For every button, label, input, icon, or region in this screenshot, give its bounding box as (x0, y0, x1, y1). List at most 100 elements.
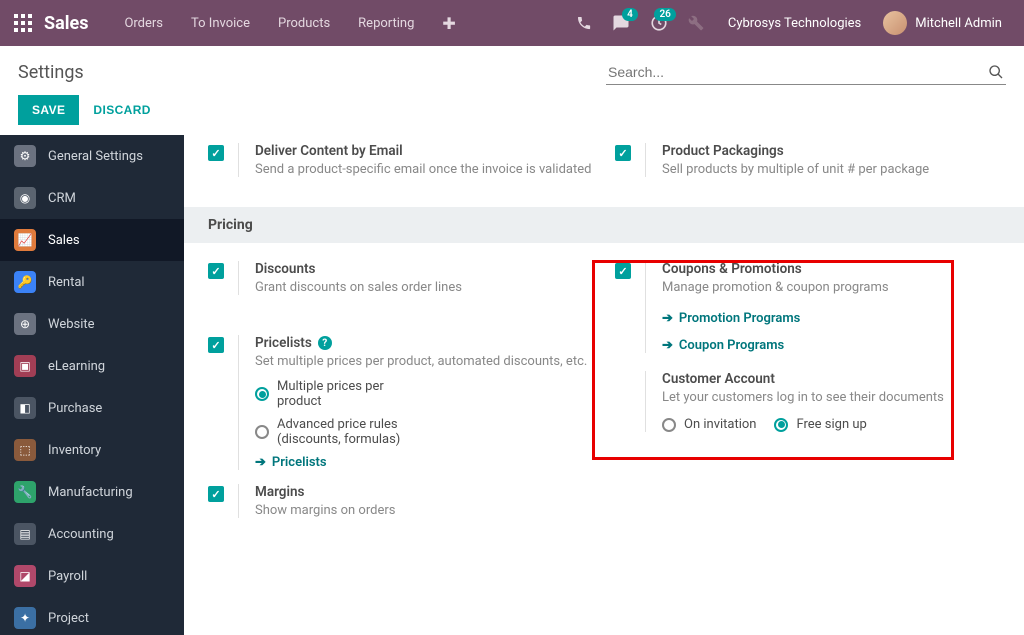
setting-desc: Set multiple prices per product, automat… (255, 354, 593, 369)
search-box[interactable] (606, 60, 1006, 85)
ledger-icon: ▤ (14, 523, 36, 545)
radio-free-signup[interactable]: Free sign up (774, 417, 866, 432)
setting-discounts: Discounts Grant discounts on sales order… (208, 261, 593, 295)
sidebar-item-label: General Settings (48, 149, 143, 164)
body: ⚙ General Settings ◉ CRM 📈 Sales 🔑Rental ⊕ W… (0, 135, 1024, 635)
nav-reporting[interactable]: Reporting (344, 16, 428, 31)
sidebar-item-manufacturing[interactable]: 🔧 Manufacturing (0, 471, 184, 513)
checkbox-discounts[interactable] (208, 263, 224, 279)
box-icon: ⬚ (14, 439, 36, 461)
setting-title: Customer Account (662, 371, 1000, 387)
discard-button[interactable]: DISCARD (93, 103, 150, 117)
sidebar-item-accounting[interactable]: ▤ Accounting (0, 513, 184, 555)
checkbox-packagings[interactable] (615, 145, 631, 161)
setting-title: Pricelists ? (255, 335, 593, 351)
setting-desc: Show margins on orders (255, 503, 593, 518)
link-pricelists[interactable]: ➔Pricelists (255, 455, 593, 470)
nav-orders[interactable]: Orders (110, 16, 177, 31)
checkbox-deliver-email[interactable] (208, 145, 224, 161)
chart-icon: 📈 (14, 229, 36, 251)
setting-title: Coupons & Promotions (662, 261, 1000, 277)
setting-customer-account: Customer Account Let your customers log … (615, 371, 1000, 432)
search-icon[interactable] (988, 64, 1004, 80)
arrow-right-icon: ➔ (662, 311, 673, 326)
radio-multiple-prices[interactable]: Multiple prices per product (255, 379, 593, 409)
sidebar-item-inventory[interactable]: ⬚ Inventory (0, 429, 184, 471)
messages-badge: 4 (622, 8, 638, 21)
arrow-right-icon: ➔ (662, 338, 673, 353)
messages-icon[interactable]: 4 (602, 14, 640, 32)
setting-title: Discounts (255, 261, 593, 277)
settings-sidebar: ⚙ General Settings ◉ CRM 📈 Sales 🔑Rental ⊕ W… (0, 135, 184, 635)
sidebar-item-elearning[interactable]: ▣ eLearning (0, 345, 184, 387)
radio-advanced-rules[interactable]: Advanced price rules (discounts, formula… (255, 417, 593, 447)
key-icon: 🔑 (14, 271, 36, 293)
sidebar-item-label: Project (48, 611, 89, 626)
radio-icon (774, 418, 788, 432)
avatar (883, 11, 907, 35)
sidebar-item-label: Website (48, 317, 95, 332)
sidebar-item-sales[interactable]: 📈 Sales (0, 219, 184, 261)
sidebar-item-purchase[interactable]: ◧Purchase (0, 387, 184, 429)
sidebar-item-label: Accounting (48, 527, 114, 542)
debug-icon[interactable] (678, 15, 714, 31)
radio-icon (255, 387, 269, 401)
user-name: Mitchell Admin (915, 16, 1002, 31)
phone-icon[interactable] (566, 15, 602, 31)
action-bar: SAVE DISCARD (0, 95, 1024, 135)
sidebar-item-payroll[interactable]: ◪ Payroll (0, 555, 184, 597)
sidebar-item-label: Sales (48, 233, 80, 248)
handshake-icon: ◉ (14, 187, 36, 209)
sidebar-item-crm[interactable]: ◉ CRM (0, 177, 184, 219)
sidebar-item-label: Purchase (48, 401, 102, 416)
setting-title: Product Packagings (662, 143, 1000, 159)
nav-products[interactable]: Products (264, 16, 344, 31)
setting-desc: Sell products by multiple of unit # per … (662, 162, 1000, 177)
save-button[interactable]: SAVE (18, 95, 79, 125)
setting-desc: Let your customers log in to see their d… (662, 390, 1000, 405)
sidebar-item-project[interactable]: ✦ Project (0, 597, 184, 635)
setting-packagings: Product Packagings Sell products by mult… (615, 143, 1000, 177)
setting-desc: Send a product-specific email once the i… (255, 162, 593, 177)
page-title: Settings (18, 62, 84, 83)
setting-title: Margins (255, 484, 593, 500)
checkbox-coupons[interactable] (615, 263, 631, 279)
wrench-icon: 🔧 (14, 481, 36, 503)
setting-coupons: Coupons & Promotions Manage promotion & … (615, 261, 1000, 353)
sidebar-item-label: eLearning (48, 359, 105, 374)
globe-icon: ⊕ (14, 313, 36, 335)
radio-icon (662, 418, 676, 432)
sidebar-item-label: CRM (48, 191, 76, 206)
link-coupon-programs[interactable]: ➔Coupon Programs (662, 338, 1000, 353)
company-switcher[interactable]: Cybrosys Technologies (714, 16, 875, 31)
arrow-right-icon: ➔ (255, 455, 266, 470)
sidebar-item-label: Manufacturing (48, 485, 133, 500)
checkbox-pricelists[interactable] (208, 337, 224, 353)
nav-to-invoice[interactable]: To Invoice (177, 16, 264, 31)
sidebar-item-label: Payroll (48, 569, 87, 584)
sidebar-item-website[interactable]: ⊕ Website (0, 303, 184, 345)
activities-badge: 26 (654, 8, 675, 21)
help-icon[interactable]: ? (318, 336, 332, 350)
radio-icon (255, 425, 269, 439)
sidebar-item-label: Inventory (48, 443, 101, 458)
apps-icon[interactable] (14, 14, 32, 32)
search-input[interactable] (606, 60, 1006, 84)
book-icon: ▣ (14, 355, 36, 377)
link-promotion-programs[interactable]: ➔Promotion Programs (662, 311, 1000, 326)
customer-account-radios: On invitation Free sign up (662, 417, 1000, 432)
activities-icon[interactable]: 26 (640, 14, 678, 32)
radio-on-invitation[interactable]: On invitation (662, 417, 756, 432)
user-menu[interactable]: Mitchell Admin (875, 11, 1010, 35)
sidebar-item-rental[interactable]: 🔑Rental (0, 261, 184, 303)
app-brand[interactable]: Sales (44, 13, 88, 34)
gear-icon: ⚙ (14, 145, 36, 167)
checkbox-margins[interactable] (208, 486, 224, 502)
top-navbar: Sales Orders To Invoice Products Reporti… (0, 0, 1024, 46)
sidebar-item-general[interactable]: ⚙ General Settings (0, 135, 184, 177)
new-menu-icon[interactable]: ✚ (428, 14, 469, 33)
puzzle-icon: ✦ (14, 607, 36, 629)
setting-title: Deliver Content by Email (255, 143, 593, 159)
settings-panel: Deliver Content by Email Send a product-… (184, 135, 1024, 635)
people-icon: ◪ (14, 565, 36, 587)
